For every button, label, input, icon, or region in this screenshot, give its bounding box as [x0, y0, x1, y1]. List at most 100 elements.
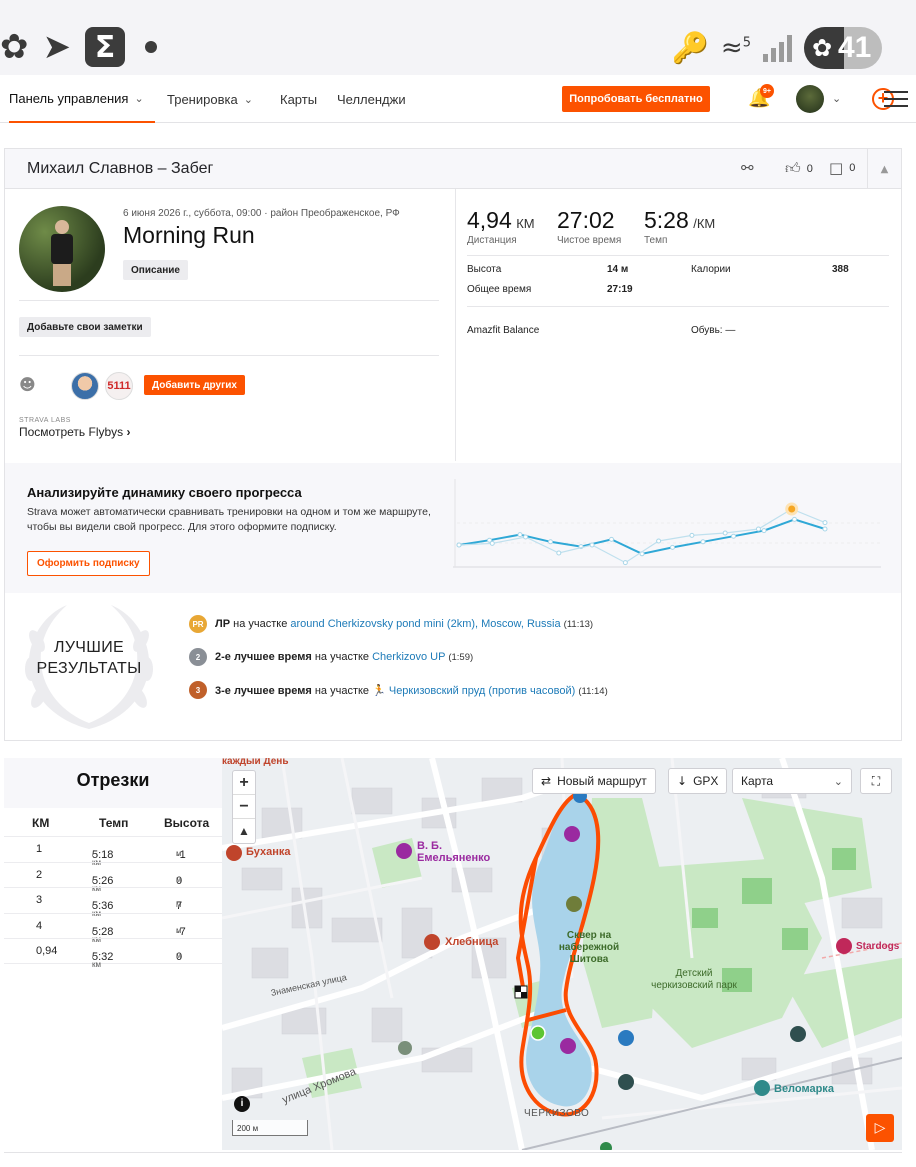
splits-panel: Отрезки КМ Темп Высота 1 5:18 /км -1 м 2 5:2… — [4, 758, 222, 1148]
best-effort-row: 3 3-е лучшее время на участке 🏃 Черкизов… — [189, 681, 608, 699]
chart-point — [792, 516, 797, 522]
segment-link[interactable]: 🏃 Черкизовский пруд (против часовой) — [372, 685, 575, 697]
try-free-button[interactable]: Попробовать бесплатно — [562, 86, 710, 112]
nav-dashboard[interactable]: Панель управления ⌄ — [9, 75, 155, 123]
split-km: 4 — [36, 919, 43, 932]
segment-link[interactable]: around Cherkizovsky pond mini (2km), Mos… — [290, 618, 560, 630]
fullscreen-button[interactable]: ⛶ — [860, 768, 892, 794]
nav-maps-label: Карты — [280, 91, 318, 107]
play-icon[interactable]: ▷ — [866, 1114, 894, 1142]
add-notes-button[interactable]: Добавьте свои заметки — [19, 317, 151, 337]
participant-avatar[interactable] — [71, 372, 99, 400]
wifi-icon: ≈5 — [720, 33, 751, 63]
download-icon: ↓ — [677, 774, 688, 788]
leaf-app-icon: ✿ — [0, 27, 29, 67]
distance-value: 4,94 — [467, 207, 512, 233]
calories-label: Калории — [691, 264, 731, 275]
elevation-label: Высота — [467, 264, 502, 275]
moving-time-value: 27:02 — [557, 207, 615, 233]
divider — [467, 306, 889, 307]
chart-point — [609, 536, 614, 542]
comments-button[interactable]: □ 0 — [829, 159, 855, 177]
nav-challenges[interactable]: Челленджи — [337, 75, 406, 123]
effort-rank: 2-е лучшее время — [215, 651, 312, 663]
map-label-skver: Сквер на набережной Шитова — [558, 930, 620, 965]
bronze-medal-icon: 3 — [189, 681, 207, 699]
zoom-in-button[interactable]: + — [233, 771, 255, 795]
chart-point — [755, 526, 761, 532]
activity-header-title: Михаил Славнов – Забег — [27, 160, 214, 177]
battery-indicator: ✿ 41 — [804, 27, 882, 69]
pr-medal-icon: PR — [189, 615, 207, 633]
compass-icon[interactable]: ▲ — [233, 819, 255, 843]
more-notifications-dot — [145, 41, 157, 53]
map-scale: 200 м — [232, 1120, 308, 1136]
add-others-button[interactable]: Добавить других — [144, 375, 245, 395]
chart-point — [517, 532, 523, 538]
map-poi-emelyanenko[interactable]: В. Б. Емельяненко — [417, 840, 507, 864]
effort-time: (11:14) — [578, 685, 608, 697]
activity-meta: 6 июня 2026 г., суббота, 09:00 · район П… — [123, 208, 400, 219]
sigma-app-icon: Σ — [85, 27, 125, 67]
new-route-label: Новый маршрут — [557, 774, 647, 788]
effort-connector: на участке — [314, 684, 370, 697]
stat-pace: 5:28 /КМ Темп — [644, 207, 715, 246]
info-icon[interactable]: i — [234, 1096, 250, 1112]
splits-col-pace: Темп — [99, 816, 129, 830]
chart-point — [489, 540, 495, 546]
best-efforts: ЛУЧШИЕ РЕЗУЛЬТАТЫ PR ЛР на участке aroun… — [5, 593, 901, 741]
gpx-export-button[interactable]: ↓ GPX — [668, 768, 728, 794]
subscribe-button[interactable]: Оформить подписку — [27, 551, 150, 576]
chart-point — [589, 542, 595, 548]
best-effort-row: PR ЛР на участке around Cherkizovsky pon… — [189, 615, 593, 633]
map-poi-velomarka[interactable]: Веломарка — [774, 1083, 834, 1095]
shoes-info: Обувь: — — [691, 325, 736, 336]
pace-unit: /КМ — [693, 216, 716, 231]
map-label-park: Детский черкизовский парк — [651, 968, 737, 991]
divider — [19, 355, 439, 356]
split-km: 1 — [36, 843, 43, 855]
chart-point — [722, 530, 728, 536]
description-button[interactable]: Описание — [123, 260, 188, 280]
chart-point — [731, 533, 736, 539]
splits-col-km: КМ — [32, 816, 50, 830]
chevron-up-icon: ▲ — [880, 163, 889, 175]
nav-maps[interactable]: Карты — [280, 75, 317, 123]
pace-value: 5:28 — [644, 207, 689, 233]
share-button[interactable]: ⚯ — [741, 159, 754, 177]
chart-point — [822, 526, 828, 532]
strava-labs-label: STRAVA LABS — [19, 417, 71, 424]
best-results-line1: ЛУЧШИЕ — [54, 639, 124, 656]
chevron-down-icon[interactable]: ⌄ — [832, 92, 841, 105]
segment-link[interactable]: Cherkizovo UP — [372, 651, 445, 663]
distance-unit: КМ — [516, 216, 535, 231]
status-bar: ✿ ➤ Σ 🔑 ≈5 ✿ 41 — [0, 0, 916, 75]
comment-icon: □ — [829, 159, 844, 177]
elapsed-time-label: Общее время — [467, 284, 532, 295]
participant-avatar-5111[interactable]: 5111 — [105, 372, 133, 400]
nav-dashboard-label: Панель управления — [9, 90, 129, 106]
user-avatar[interactable] — [796, 85, 824, 113]
nav-training[interactable]: Тренировка ⌄ — [167, 75, 253, 123]
device-name: Amazfit Balance — [467, 325, 540, 336]
chevron-right-icon: › — [126, 425, 131, 439]
chevron-down-icon: ⌄ — [134, 91, 144, 105]
zoom-out-button[interactable]: − — [233, 795, 255, 819]
collapse-button[interactable]: ▲ — [867, 149, 901, 189]
split-row: 2 5:26 /км 0 м — [4, 861, 222, 893]
map-poi-stardogs[interactable]: Stardogs — [856, 941, 899, 952]
map-poi-khlebnitsa[interactable]: Хлебница — [445, 936, 498, 948]
elapsed-time-value: 27:19 — [607, 284, 633, 295]
split-row: 0,94 5:32 /км 0 м — [4, 938, 222, 969]
route-map[interactable]: + − ▲ ⇄ Новый маршрут ↓ GPX Карта ⌄ ⛶ ка… — [222, 758, 902, 1150]
flybys-link[interactable]: Посмотреть Flybys › — [19, 425, 131, 439]
kudos-button[interactable]: 👍︎ 0 — [785, 159, 813, 178]
kudos-count: 0 — [806, 162, 813, 175]
new-route-button[interactable]: ⇄ Новый маршрут — [532, 768, 656, 794]
map-poi-bukhanka[interactable]: Буханка — [246, 846, 291, 858]
effort-rank: ЛР — [215, 618, 231, 630]
athlete-photo[interactable] — [19, 206, 105, 292]
distance-label: Дистанция — [467, 235, 517, 246]
menu-icon[interactable] — [884, 91, 908, 112]
map-layer-select[interactable]: Карта ⌄ — [732, 768, 852, 794]
